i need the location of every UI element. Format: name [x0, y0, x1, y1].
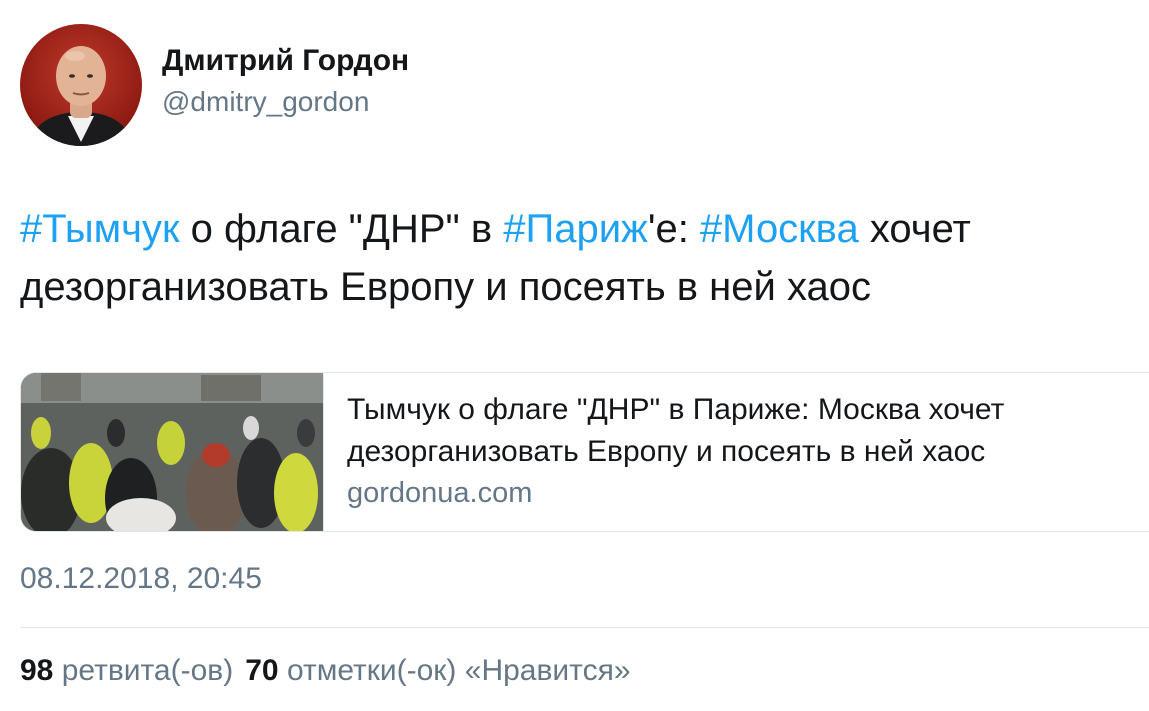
tweet: Дмитрий Гордон @dmitry_gordon #Тымчук о …: [0, 0, 1149, 711]
tweet-text-segment: о флаге "ДНР" в: [179, 207, 504, 251]
retweets-stat[interactable]: 98 ретвита(-ов): [20, 654, 233, 687]
divider: [20, 627, 1149, 628]
retweets-count: 98: [20, 654, 54, 687]
card-thumbnail: [21, 373, 324, 531]
hashtag-link[interactable]: #Тымчук: [20, 207, 180, 251]
tweet-stats: 98 ретвита(-ов) 70 отметки(-ок) «Нравится…: [20, 654, 631, 688]
hashtag-link[interactable]: #Париж: [503, 207, 648, 251]
likes-stat[interactable]: 70 отметки(-ок) «Нравится»: [245, 654, 630, 687]
author-name[interactable]: Дмитрий Гордон: [162, 44, 409, 78]
card-domain: gordonua.com: [347, 477, 533, 509]
likes-label: отметки(-ок) «Нравится»: [286, 654, 631, 687]
retweets-label: ретвита(-ов): [61, 654, 234, 687]
link-card[interactable]: Тымчук о флаге "ДНР" в Париже: Москва хо…: [20, 372, 1149, 532]
tweet-timestamp[interactable]: 08.12.2018, 20:45: [20, 562, 262, 596]
card-title: Тымчук о флаге "ДНР" в Париже: Москва хо…: [347, 393, 1005, 468]
author-handle[interactable]: @dmitry_gordon: [162, 86, 369, 118]
tweet-text-segment: 'е:: [647, 207, 700, 251]
avatar[interactable]: [20, 24, 142, 146]
hashtag-link[interactable]: #Москва: [700, 207, 859, 251]
tweet-text: #Тымчук о флаге "ДНР" в #Париж'е: #Москв…: [20, 200, 1130, 316]
likes-count: 70: [245, 654, 279, 687]
